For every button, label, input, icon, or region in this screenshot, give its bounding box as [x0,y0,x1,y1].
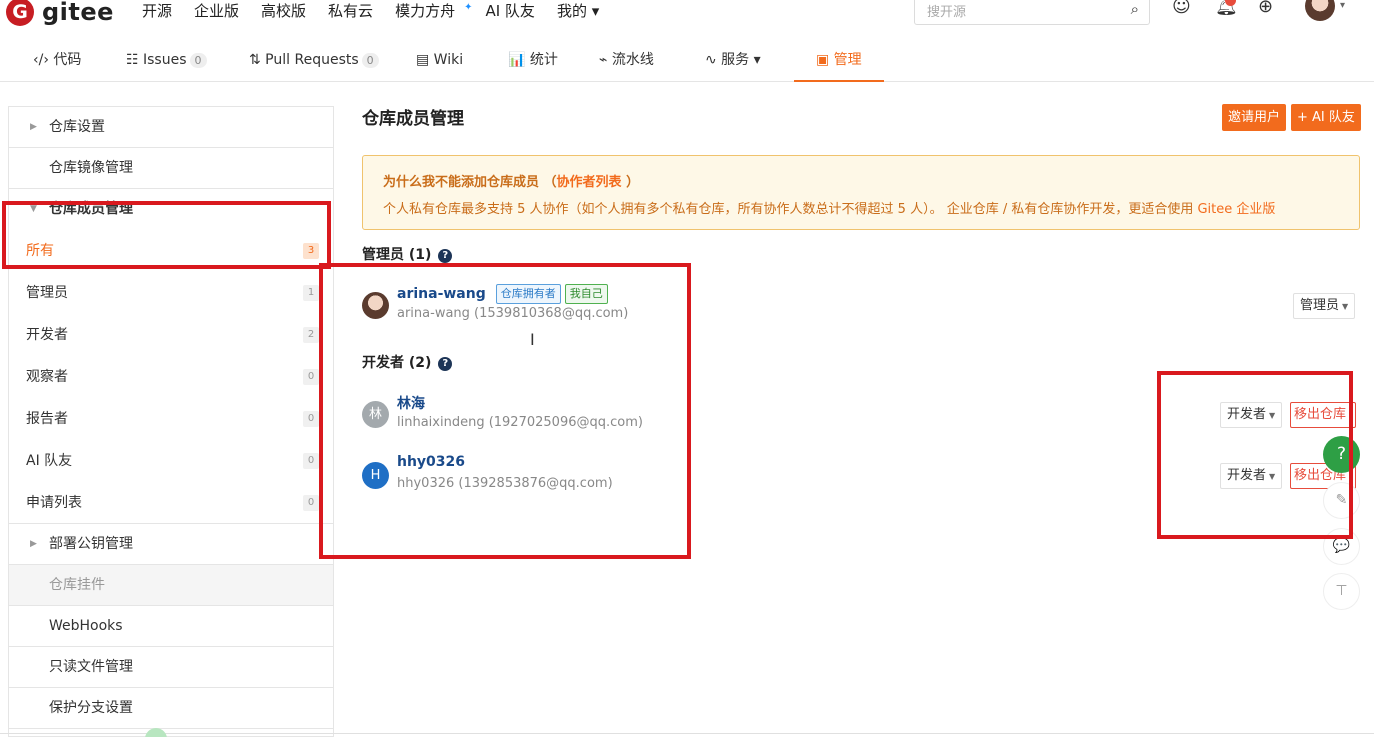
sidebar-plugins-label: 仓库挂件 [49,577,105,593]
menu-education[interactable]: 高校版 [261,0,306,20]
search-placeholder: 搜开源 [927,5,967,20]
notice-body: 个人私有仓库最多支持 5 人协作（如个人拥有多个私有仓库，所有协作人数总计不得超… [383,198,1339,217]
user-avatar[interactable] [1305,0,1335,21]
logo-icon: G [6,0,34,26]
gitee-logo[interactable]: G gitee [6,0,114,26]
sidebar-repo-settings-label: 仓库设置 [49,119,105,135]
divider [0,733,1374,734]
plus-circle-icon[interactable]: ⊕ [1258,0,1273,17]
sidebar-item-label: AI 队友 [26,453,73,469]
admin-section-label: 管理员 (1) [362,247,432,263]
count-badge: 0 [303,369,319,385]
sidebar-mirror-mgmt[interactable]: 仓库镜像管理 [9,148,333,189]
menu-mine[interactable]: 我的 ▾ [557,0,599,20]
sidebar-plugins[interactable]: 仓库挂件 [9,565,333,606]
sidebar-item-reporter[interactable]: 报告者 0 [9,398,333,440]
sidebar-deploy-keys-label: 部署公钥管理 [49,536,133,552]
sidebar-item-label: 管理员 [26,285,68,301]
search-input[interactable]: 搜开源 ⌕ [914,0,1150,25]
chevron-down-icon[interactable]: ▾ [1340,0,1345,11]
role-dropdown[interactable]: 管理员 ▼ [1293,293,1356,319]
sidebar-branch-protect-label: 保护分支设置 [49,700,133,716]
sidebar-item-label: 开发者 [26,327,68,343]
tab-issues[interactable]: ☷ Issues 0 [126,40,207,82]
sidebar-item-ai-teammate[interactable]: AI 队友 0 [9,440,333,482]
tab-manage[interactable]: ▣ 管理 [794,40,884,82]
sidebar-deploy-keys[interactable]: ▶ 部署公钥管理 [9,524,333,565]
sidebar-item-label: 观察者 [26,369,68,385]
count-badge: 2 [303,327,319,343]
tab-services[interactable]: ∿ 服务 ▾ [705,40,761,82]
tab-services-label: ∿ 服务 ▾ [705,52,761,68]
tab-wiki-label: ▤ Wiki [416,52,464,68]
tab-code-label: ‹/› 代码 [33,52,82,68]
tab-code[interactable]: ‹/› 代码 [33,40,81,82]
notice-title-text: 为什么我不能添加仓库成员 （ [383,175,557,190]
sidebar-repo-settings[interactable]: ▶ 仓库设置 [9,107,333,148]
sidebar-item-applications[interactable]: 申请列表 0 [9,482,333,524]
tab-pr-label: ⇅ Pull Requests [249,52,359,68]
invite-user-button[interactable]: 邀请用户 [1222,104,1287,131]
menu-open-source[interactable]: 开源 [142,0,172,20]
notice-box: 为什么我不能添加仓库成员 （协作者列表 ） 个人私有仓库最多支持 5 人协作（如… [362,155,1360,230]
sidebar-webhooks[interactable]: WebHooks [9,606,333,647]
search-icon[interactable]: ⌕ [1131,0,1139,18]
menu-private-cloud[interactable]: 私有云 [328,0,373,20]
notice-title-end: ） [621,175,640,190]
tab-stats-label: 📊 统计 [508,52,558,68]
back-to-top-button[interactable]: ⊤ [1323,573,1360,610]
sidebar-branch-protect[interactable]: 保护分支设置 [9,688,333,729]
notice-body-text: 个人私有仓库最多支持 5 人协作（如个人拥有多个私有仓库，所有协作人数总计不得超… [383,202,1198,217]
sidebar-item-label: 报告者 [26,411,68,427]
page-title: 仓库成员管理 [362,109,464,129]
collaborator-list-link[interactable]: 协作者列表 [557,175,622,190]
tab-issues-label: ☷ Issues [126,52,187,68]
menu-moli-label: 模力方舟 [395,2,456,20]
repo-tabs: ‹/› 代码 ☷ Issues 0 ⇅ Pull Requests 0 ▤ Wiki… [0,40,1374,82]
pr-count: 0 [361,53,379,68]
caret-right-icon: ▶ [30,122,37,132]
role-label: 管理员 [1300,298,1340,313]
admin-section-title: 管理员 (1) ? [362,244,453,264]
help-icon[interactable]: ? [438,249,453,263]
tab-wiki[interactable]: ▤ Wiki [416,40,463,82]
count-badge: 0 [303,453,319,469]
annotation-box-sidebar [2,201,331,269]
sidebar-item-label: 申请列表 [26,495,82,511]
notice-title: 为什么我不能添加仓库成员 （协作者列表 ） [383,171,1339,190]
sidebar-item-developer[interactable]: 开发者 2 [9,314,333,356]
annotation-box-actions [1157,371,1353,539]
robot-icon[interactable]: ☺ [1172,0,1191,17]
count-badge: 1 [303,285,319,301]
tab-pipeline[interactable]: ⌁ 流水线 [599,40,654,82]
menu-moli[interactable]: 模力方舟 ✦ [395,0,472,20]
add-ai-teammate-button[interactable]: + AI 队友 [1291,104,1361,131]
top-menu: 开源 企业版 高校版 私有云 模力方舟 ✦ AI 队友 我的 ▾ [142,0,599,20]
top-navbar: G gitee 开源 企业版 高校版 私有云 模力方舟 ✦ AI 队友 我的 ▾ … [0,0,1374,34]
chevron-down-icon: ▼ [1342,302,1349,311]
count-badge: 0 [303,495,319,511]
tab-pipeline-label: ⌁ 流水线 [599,52,654,68]
count-badge: 0 [303,411,319,427]
tab-stats[interactable]: 📊 统计 [508,40,558,82]
menu-ai-teammate[interactable]: AI 队友 [485,0,534,20]
sidebar-readonly-files[interactable]: 只读文件管理 [9,647,333,688]
sidebar-item-admin[interactable]: 管理员 1 [9,272,333,314]
caret-right-icon: ▶ [30,539,37,549]
sparkle-icon: ✦ [464,2,473,13]
sidebar-item-observer[interactable]: 观察者 0 [9,356,333,398]
logo-text: gitee [42,0,114,26]
sidebar-mirror-label: 仓库镜像管理 [49,160,133,176]
sidebar-readonly-label: 只读文件管理 [49,659,133,675]
annotation-box-members [319,263,691,559]
sidebar-webhooks-label: WebHooks [49,618,123,634]
tab-manage-label: ▣ 管理 [816,52,862,68]
issues-count: 0 [189,53,207,68]
gitee-enterprise-link[interactable]: Gitee 企业版 [1197,202,1275,217]
tab-pull-requests[interactable]: ⇅ Pull Requests 0 [249,40,379,82]
menu-enterprise[interactable]: 企业版 [194,0,239,20]
